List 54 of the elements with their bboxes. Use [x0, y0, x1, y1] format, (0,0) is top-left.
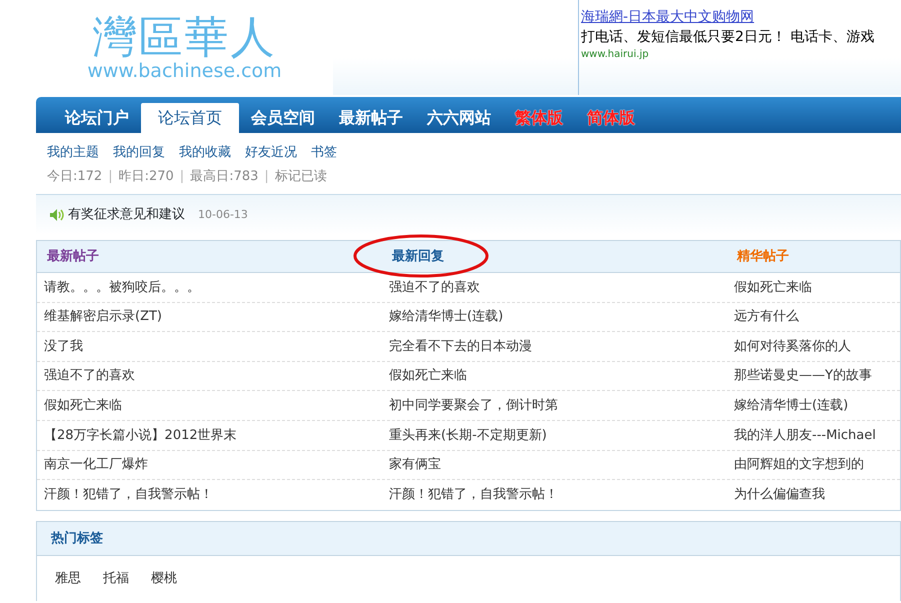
user-link[interactable]: 我的收藏 [179, 145, 231, 160]
user-link[interactable]: 我的主题 [47, 145, 99, 160]
mark-read-link[interactable]: 标记已读 [274, 168, 327, 184]
user-link[interactable]: 好友近况 [245, 145, 297, 160]
tag-link[interactable]: 托福 [103, 568, 129, 588]
post-link[interactable]: 假如死亡来临 [44, 398, 122, 413]
post-link[interactable]: 请教。。。被狗咬后。。。 [44, 280, 200, 295]
post-link[interactable]: 【28万字长篇小说】2012世界末 [44, 428, 237, 443]
post-link[interactable]: 如何对待奚落你的人 [734, 338, 851, 354]
post-link[interactable]: 远方有什么 [734, 309, 799, 324]
post-link[interactable]: 假如死亡来临 [734, 280, 812, 295]
separator: | [264, 168, 269, 184]
post-link[interactable]: 嫁给清华博士(连载) [734, 398, 848, 413]
tag-link[interactable]: 樱桃 [151, 568, 177, 588]
separator: | [180, 168, 184, 184]
stat-text: 昨日:270 [118, 168, 174, 184]
notice-link[interactable]: 有奖征求意见和建议 [68, 205, 185, 225]
post-link[interactable]: 初中同学要聚会了，倒计时第 [389, 398, 558, 413]
post-link[interactable]: 汗颜！犯错了，自我警示帖！ [389, 487, 558, 502]
nav-tab[interactable]: 会员空间 [239, 103, 327, 133]
tag-link[interactable]: 雅思 [55, 568, 81, 588]
post-link[interactable]: 重头再来(长期-不定期更新) [389, 428, 547, 443]
column-heading[interactable]: 最新帖子 [37, 246, 382, 266]
nav-tab[interactable]: 论坛门户 [53, 103, 141, 133]
post-link[interactable]: 强迫不了的喜欢 [44, 368, 135, 384]
post-link[interactable]: 我的洋人朋友---Michael [734, 428, 876, 443]
speaker-icon [49, 208, 65, 222]
stat-text: 今日:172 [47, 168, 102, 184]
post-link[interactable]: 南京一化工厂爆炸 [44, 457, 148, 472]
notice-date: 10-06-13 [198, 206, 248, 223]
ad-text: 打电话、发短信最低只要2日元！ 电话卡、游戏 [581, 28, 874, 46]
post-link[interactable]: 为什么偏偏查我 [734, 487, 825, 502]
post-link[interactable]: 由阿辉姐的文字想到的 [734, 457, 864, 472]
nav-tab[interactable]: 最新帖子 [327, 103, 415, 133]
nav-tab[interactable]: 论坛首页 [141, 103, 239, 133]
user-link[interactable]: 书签 [311, 145, 337, 160]
post-link[interactable]: 强迫不了的喜欢 [389, 280, 480, 295]
ad-link[interactable]: 海瑞網-日本最大中文购物网 [581, 8, 754, 27]
stat-text: 最高日:783 [190, 168, 258, 184]
ad-url: www.hairui.jp [581, 48, 650, 62]
post-link[interactable]: 假如死亡来临 [389, 368, 467, 384]
post-link[interactable]: 没了我 [44, 338, 83, 354]
post-link[interactable]: 维基解密启示录(ZT) [44, 309, 162, 324]
post-link[interactable]: 那些诺曼史——Y的故事 [734, 368, 872, 384]
user-link[interactable]: 我的回复 [113, 145, 165, 160]
post-link[interactable]: 完全看不下去的日本动漫 [389, 338, 532, 354]
post-link[interactable]: 家有俩宝 [389, 457, 441, 472]
panel-title: 热门标签 [37, 522, 900, 556]
post-link[interactable]: 汗颜！犯错了，自我警示帖！ [44, 487, 213, 502]
post-link[interactable]: 嫁给清华博士(连载) [389, 309, 504, 324]
separator: | [108, 168, 113, 184]
nav-tab[interactable]: 六六网站 [415, 103, 503, 133]
column-heading[interactable]: 最新回复 [382, 246, 727, 266]
logo-url: www.bachinese.com [87, 60, 282, 83]
